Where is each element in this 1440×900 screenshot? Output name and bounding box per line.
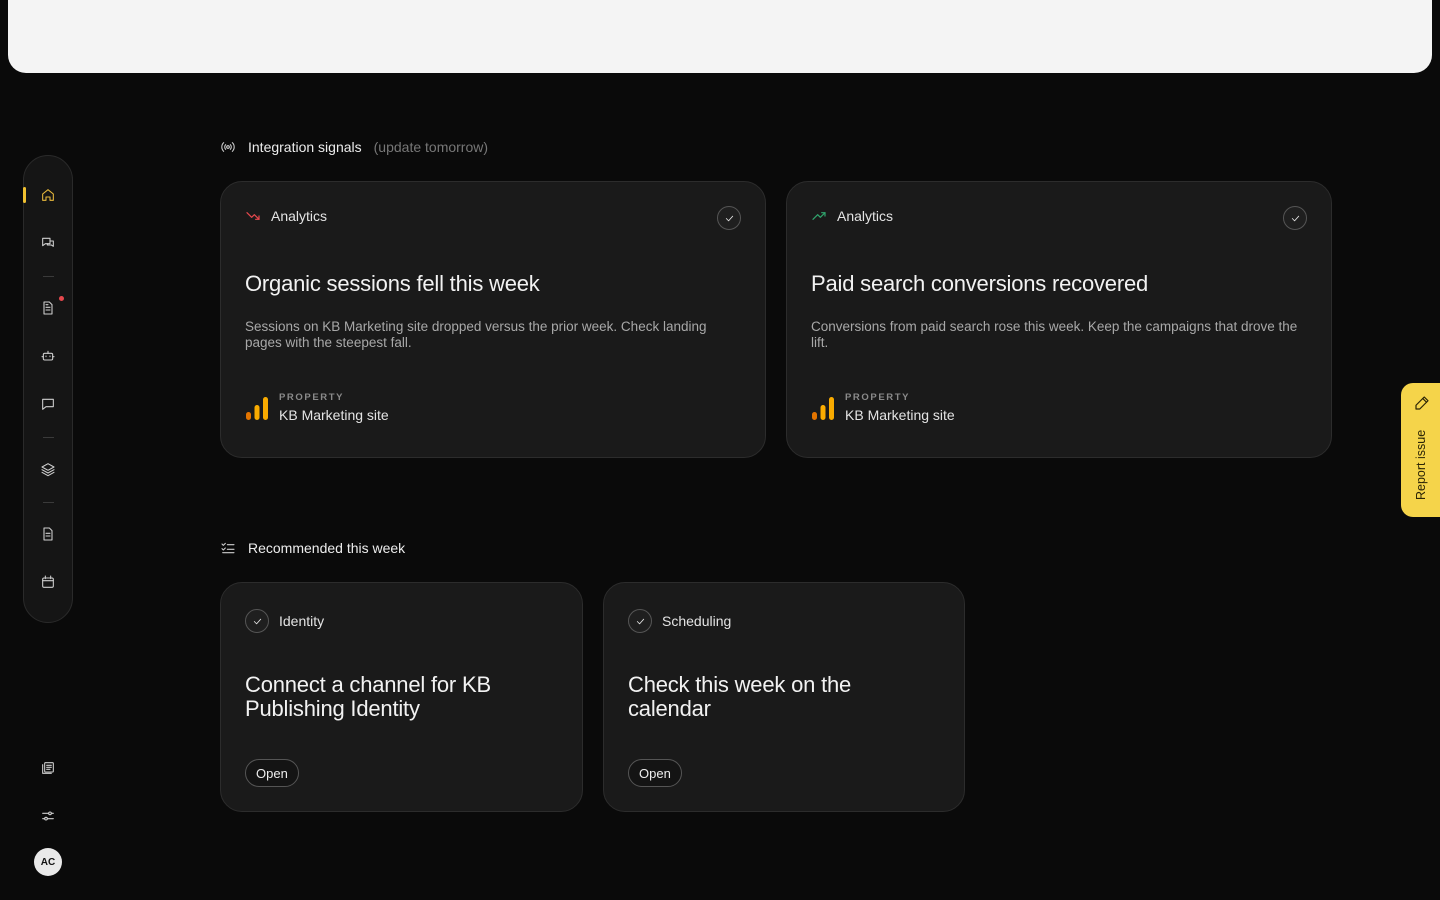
message-icon [42,398,54,410]
card-title: Organic sessions fell this week [245,271,540,296]
check-circle[interactable] [245,609,269,633]
signal-card[interactable]: Analytics Organic sessions fell this wee… [220,181,766,458]
notification-dot [59,296,64,301]
pencil-icon [1413,394,1431,412]
sidebar-item-conversations[interactable] [24,228,72,258]
checklist-icon [221,542,235,554]
settings-button[interactable] [32,800,64,832]
sidebar-rail [23,155,73,623]
check-icon [1291,215,1299,221]
card-tag: Analytics [245,208,327,224]
section-note: (update tomorrow) [373,139,489,155]
broadcast-icon [221,142,235,152]
trend-up-icon [812,212,826,220]
top-panel [8,0,1432,73]
document-icon [43,301,53,315]
conversations-icon [42,237,54,247]
card-tag: Analytics [811,208,893,224]
property-label: PROPERTY [279,392,345,403]
recommendation-card[interactable]: Scheduling Check this week on the calend… [603,582,965,812]
card-property: PROPERTY KB Marketing site [245,392,389,423]
section-title: Integration signals [248,139,362,155]
section-title: Recommended this week [248,540,406,556]
sidebar-item-reports[interactable] [24,519,72,549]
report-issue-tab[interactable]: Report issue [1401,383,1440,517]
card-title: Connect a channel for KB Publishing Iden… [245,672,491,721]
card-tag-label: Identity [279,613,325,629]
check-icon [636,618,644,624]
google-analytics-icon [812,396,834,420]
card-tag: Scheduling [628,609,731,633]
sidebar-divider [43,502,54,503]
sidebar-item-layers[interactable] [24,454,72,484]
signal-card[interactable]: Analytics Paid search conversions recove… [786,181,1332,458]
library-button[interactable] [32,752,64,784]
card-tag-label: Analytics [837,208,894,224]
check-icon [725,215,733,221]
check-circle[interactable] [628,609,652,633]
card-tag: Identity [245,609,324,633]
section-integration-signals: Integration signals (update tomorrow) [220,139,488,155]
property-value: KB Marketing site [845,407,955,423]
avatar[interactable]: AC [34,848,62,876]
report-icon [43,527,53,541]
card-description: Sessions on KB Marketing site dropped ve… [245,319,707,350]
card-title: Check this week on the calendar [628,672,852,721]
robot-icon [41,350,55,361]
calendar-icon [42,575,54,588]
check-icon [253,618,261,624]
library-icon [42,762,54,774]
property-value: KB Marketing site [279,407,389,423]
sidebar-divider [43,276,54,277]
sidebar-item-messages[interactable] [24,389,72,419]
report-issue-label: Report issue [1414,429,1428,501]
card-property: PROPERTY KB Marketing site [811,392,955,423]
card-tag-label: Analytics [271,208,328,224]
layers-icon [41,463,55,477]
sliders-icon [42,811,54,821]
open-button[interactable]: Open [628,759,682,787]
mark-done-button[interactable] [717,206,741,230]
home-icon [42,189,54,201]
mark-done-button[interactable] [1283,206,1307,230]
section-recommended: Recommended this week [220,540,405,556]
trend-down-icon [246,212,260,220]
sidebar-item-home[interactable] [24,180,72,210]
recommendation-card[interactable]: Identity Connect a channel for KB Publis… [220,582,583,812]
sidebar-item-documents[interactable] [24,293,72,323]
sidebar-divider [43,437,54,438]
card-description: Conversions from paid search rose this w… [811,319,1298,350]
card-title: Paid search conversions recovered [811,271,1149,296]
open-button[interactable]: Open [245,759,299,787]
sidebar-item-calendar[interactable] [24,567,72,597]
card-tag-label: Scheduling [662,613,732,629]
sidebar-item-assistant[interactable] [24,341,72,371]
google-analytics-icon [246,396,268,420]
property-label: PROPERTY [845,392,911,403]
